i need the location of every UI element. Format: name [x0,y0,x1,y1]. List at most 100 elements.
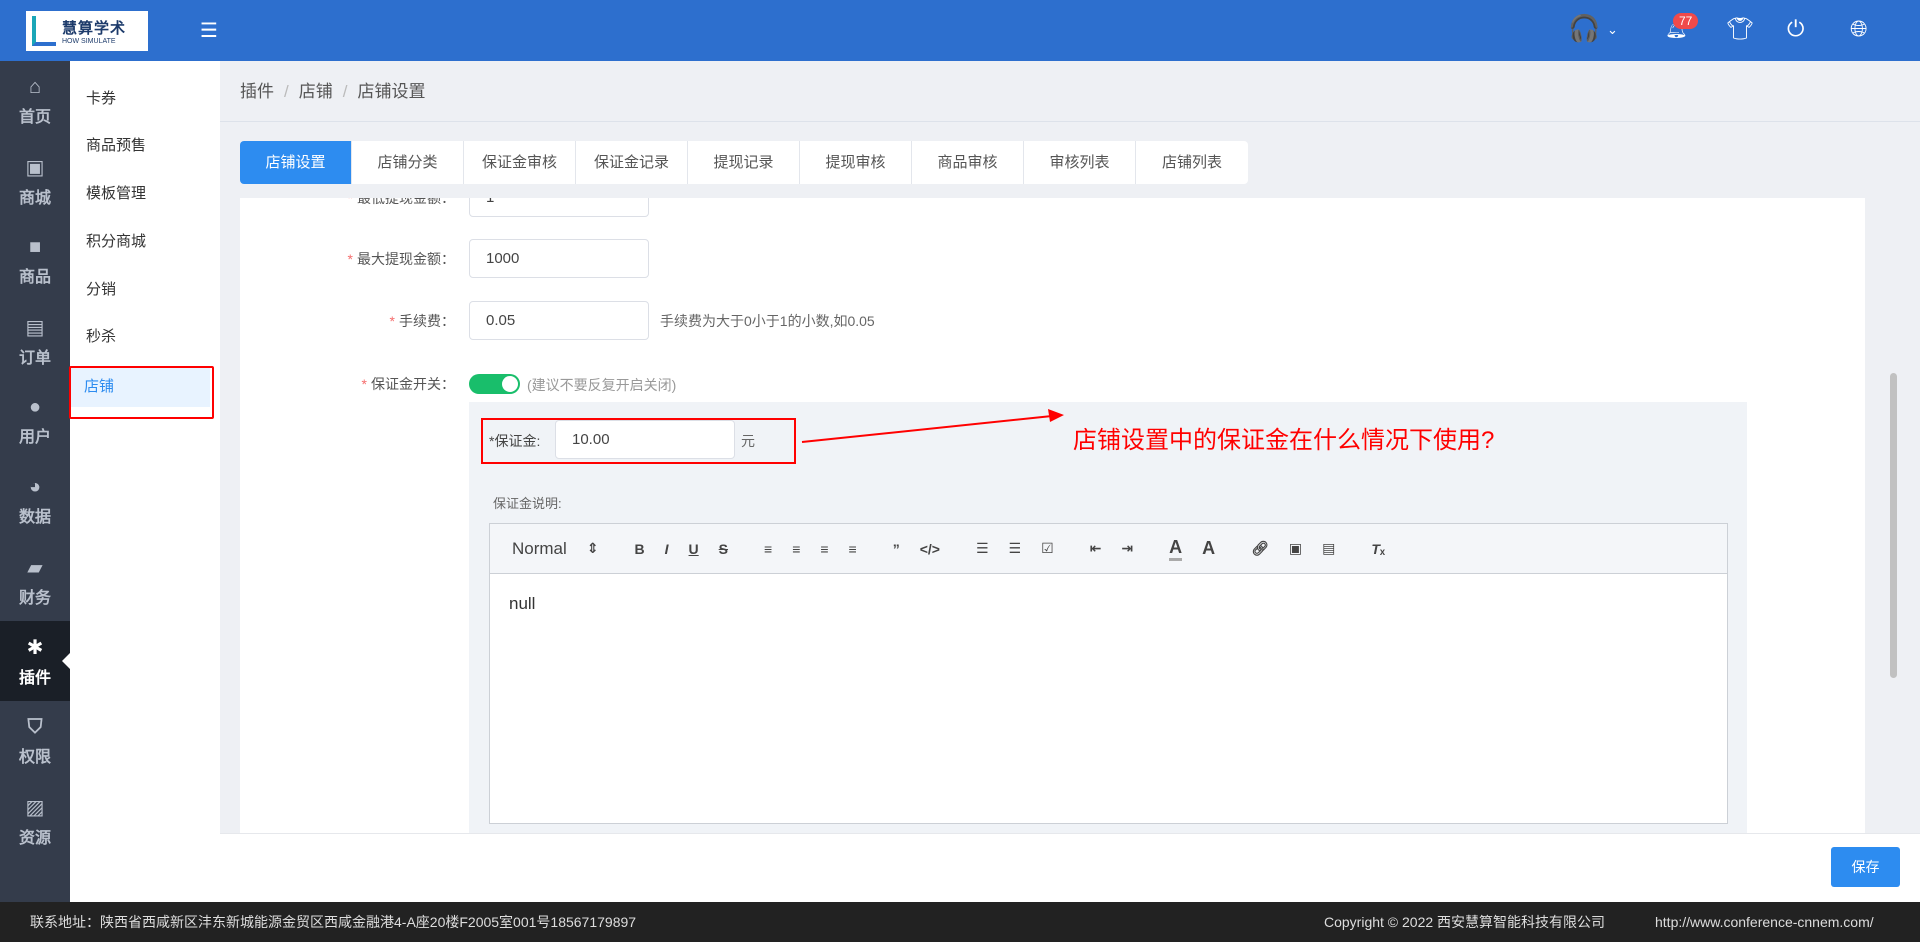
clipboard-icon: ▤ [25,316,45,339]
tshirt-icon[interactable]: 👕︎ [1726,16,1754,42]
clear-format-icon[interactable]: Tₓ [1371,541,1385,557]
align-right-icon[interactable]: ≡ [820,541,828,557]
fee-label: * 手续费： [389,313,455,329]
font-color-icon[interactable]: A [1169,537,1183,561]
main-sidebar: ⌂ 首页 ▣ 商城 ■ 商品 ▤ 订单 ● 用户 ◕ 数据 ▰ 财务 ✱ 插件 ⛉ 权限 ▨ 资源 [0,61,70,902]
sidebar-item-data[interactable]: ◕ 数据 [0,461,70,541]
align-justify-icon[interactable]: ≡ [849,541,857,557]
tab-store-settings[interactable]: 店铺设置 [240,141,352,184]
max-withdraw-input[interactable]: 1000 [469,239,649,278]
sidebar-item-label: 商品 [18,268,51,286]
fee-input[interactable]: 0.05 [469,301,649,340]
strike-icon[interactable]: S [719,541,728,557]
select-arrows-icon[interactable]: ⇕ [587,540,599,557]
puzzle-icon: ✱ [26,636,44,659]
footer-url-link[interactable]: http://www.conference-cnnem.com/ [1655,902,1874,942]
tab-goods-review[interactable]: 商品审核 [912,141,1024,184]
sidebar-item-mall[interactable]: ▣ 商城 [0,141,70,221]
italic-icon[interactable]: I [665,541,669,557]
submenu-item-coupons[interactable]: 卡券 [70,79,210,119]
editor-content[interactable]: null [490,574,1727,634]
user-icon: ● [28,395,42,418]
menu-fold-icon[interactable]: ☰ [200,18,218,43]
sidebar-item-goods[interactable]: ■ 商品 [0,221,70,301]
underline-icon[interactable]: U [689,541,699,557]
submenu-item-presale[interactable]: 商品预售 [70,126,210,166]
scrollbar[interactable] [1890,373,1897,678]
footer-copyright: Copyright © 2022 西安慧算智能科技有限公司 [1324,914,1606,930]
top-bar: 慧算学术 HOW SIMULATE ☰ 🎧 ⌄ 🔔︎ 77 👕︎ ⏻ 🌐︎ [0,0,1920,61]
tab-deposit-records[interactable]: 保证金记录 [576,141,688,184]
ordered-list-icon[interactable]: ☰ [976,540,989,557]
divider [220,121,1920,122]
breadcrumb-item[interactable]: 插件 [240,82,274,101]
code-icon[interactable]: </> [920,541,940,557]
submenu-item-flash-sale[interactable]: 秒杀 [70,317,210,357]
bullet-list-icon[interactable]: ☰ [1009,540,1022,557]
bold-icon[interactable]: B [635,541,645,557]
logo-text: 慧算学术 [62,20,127,37]
outdent-icon[interactable]: ⇤ [1090,540,1102,557]
sidebar-item-label: 首页 [18,108,51,126]
image-icon[interactable]: ▣ [1289,540,1302,557]
sidebar-item-plugins[interactable]: ✱ 插件 [0,621,70,701]
sidebar-item-label: 资源 [18,829,51,847]
settings-panel: *最低提现金额： 1 *最大提现金额： 1000 *手续费： 0.05 手续费为… [240,198,1865,833]
tab-deposit-review[interactable]: 保证金审核 [464,141,576,184]
min-withdraw-label: * 最低提现金额： [347,198,455,206]
logo-subtext: HOW SIMULATE [62,38,116,45]
sidebar-item-home[interactable]: ⌂ 首页 [0,61,70,141]
annotation-highlight-box [481,418,796,464]
background-color-icon[interactable]: A [1202,538,1215,559]
breadcrumb-current: 店铺设置 [357,82,426,101]
tab-review-list[interactable]: 审核列表 [1024,141,1136,184]
format-select[interactable]: Normal [512,539,567,559]
sidebar-item-label: 财务 [18,589,51,607]
save-button[interactable]: 保存 [1831,847,1900,887]
footer: 联系地址：陕西省西咸新区沣东新城能源金贸区西咸金融港4-A座20楼F2005室0… [0,902,1920,942]
sidebar-item-users[interactable]: ● 用户 [0,381,70,461]
sidebar-item-resources[interactable]: ▨ 资源 [0,781,70,861]
indent-icon[interactable]: ⇥ [1121,540,1133,557]
breadcrumb: 插件 / 店铺 / 店铺设置 [240,82,426,101]
breadcrumb-item[interactable]: 店铺 [299,82,333,101]
tab-store-list[interactable]: 店铺列表 [1136,141,1248,184]
submenu-item-points-mall[interactable]: 积分商城 [70,222,210,262]
notification-badge: 77 [1673,13,1699,29]
power-icon[interactable]: ⏻ [1787,16,1804,42]
sidebar-item-label: 权限 [18,748,51,766]
tab-withdraw-review[interactable]: 提现审核 [800,141,912,184]
logo[interactable]: 慧算学术 HOW SIMULATE [26,11,148,51]
wallet-icon: ▰ [27,556,43,579]
blockquote-icon[interactable]: ” [893,541,900,557]
align-left-icon[interactable]: ≡ [764,541,772,557]
sidebar-item-label: 商城 [18,189,51,207]
submenu-item-distribution[interactable]: 分销 [70,270,210,310]
save-bar [220,833,1920,902]
link-icon[interactable]: 🔗︎ [1251,540,1269,557]
home-icon: ⌂ [28,75,42,98]
max-withdraw-label: * 最大提现金额： [347,251,455,267]
annotation-highlight-box [69,366,214,419]
tab-withdraw-records[interactable]: 提现记录 [688,141,800,184]
sidebar-item-orders[interactable]: ▤ 订单 [0,301,70,381]
video-icon[interactable]: ▤ [1322,540,1335,557]
editor-toolbar: Normal ⇕ B I U S ≡ ≡ ≡ ≡ ” </> ☰ ☰ ☑ ⇤ ⇥… [490,524,1727,574]
sidebar-item-permissions[interactable]: ⛉ 权限 [0,701,70,781]
tab-store-category[interactable]: 店铺分类 [352,141,464,184]
globe-icon[interactable]: 🌐︎ [1850,16,1868,42]
deposit-switch-toggle[interactable] [469,374,520,394]
sidebar-item-label: 插件 [18,669,51,687]
submenu-item-templates[interactable]: 模板管理 [70,174,210,214]
fee-hint: 手续费为大于0小于1的小数,如0.05 [660,313,875,329]
customer-service-icon[interactable]: 🎧 [1568,13,1600,44]
sidebar-item-finance[interactable]: ▰ 财务 [0,541,70,621]
chevron-down-icon[interactable]: ⌄ [1607,22,1618,38]
deposit-settings-box: *保证金: 10.00 元 保证金说明: Normal ⇕ B I U S ≡ … [469,402,1747,833]
check-list-icon[interactable]: ☑ [1041,540,1054,557]
sidebar-item-label: 用户 [18,428,51,446]
align-center-icon[interactable]: ≡ [792,541,800,557]
bag-icon: ■ [28,235,42,258]
image-icon: ▨ [25,796,45,819]
min-withdraw-input[interactable]: 1 [469,198,649,217]
